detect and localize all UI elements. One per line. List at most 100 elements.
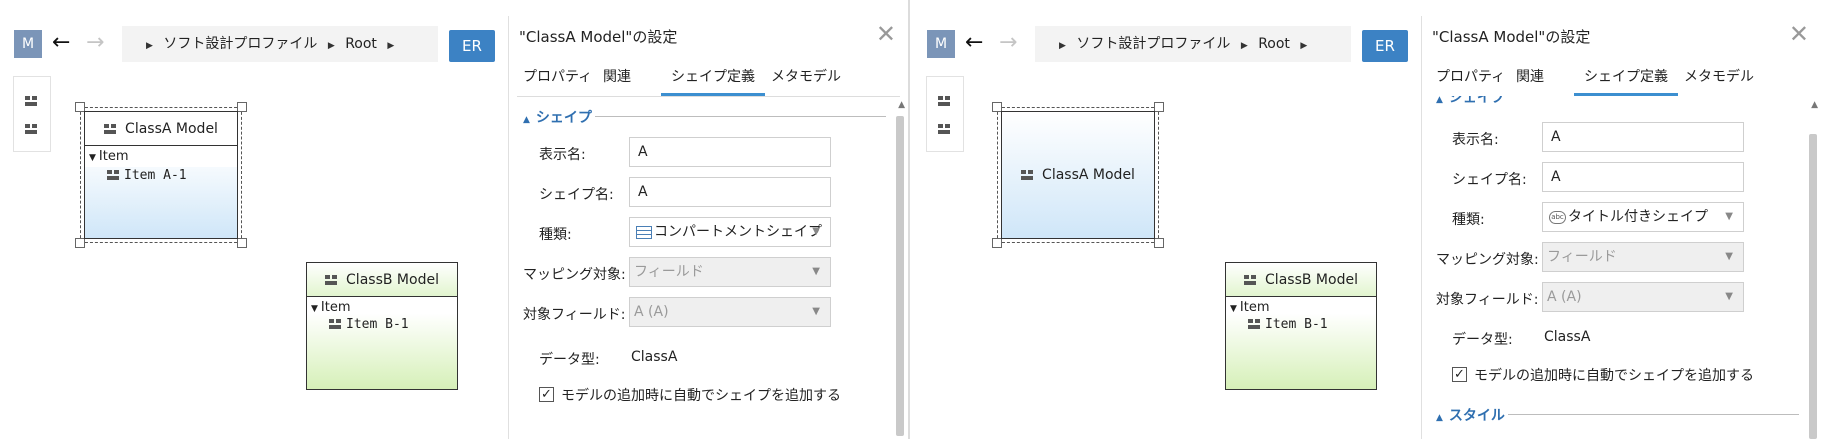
checkbox-icon[interactable]: ✓ — [1452, 367, 1467, 382]
diagram-canvas[interactable]: M ← → ▶ ソフト設計プロファイル ▶ Root ▶ ER ClassA M… — [913, 0, 1421, 439]
left-screenshot: M ← → ▶ ソフト設計プロファイル ▶ Root ▶ ER ClassA M… — [0, 0, 910, 439]
resize-handle[interactable] — [75, 238, 85, 248]
scrollbar[interactable] — [896, 116, 904, 436]
shape-name-field[interactable]: A — [1542, 162, 1744, 192]
compartment-header[interactable]: ▼ Item — [1230, 299, 1372, 316]
class-shape-icon — [1248, 319, 1261, 330]
tab-metamodel[interactable]: メタモデル — [1684, 62, 1754, 96]
right-screenshot: M ← → ▶ ソフト設計プロファイル ▶ Root ▶ ER ClassA M… — [913, 0, 1823, 439]
class-shape-icon[interactable] — [25, 119, 39, 134]
shape-title: ClassB Model — [307, 263, 457, 297]
class-shape-icon[interactable] — [25, 91, 39, 106]
forward-arrow-icon[interactable]: → — [86, 28, 104, 58]
collapse-caret-icon[interactable]: ▼ — [311, 304, 318, 314]
kind-select[interactable]: コンパートメントシェイプ ▼ — [629, 217, 831, 247]
display-name-label: 表示名: — [1452, 132, 1499, 148]
shape-title: ClassA Model — [85, 112, 237, 146]
back-arrow-icon[interactable]: ← — [52, 28, 70, 58]
compartment[interactable]: ▼ Item Item B-1 — [307, 297, 457, 335]
class-shape-icon — [1244, 274, 1257, 286]
back-arrow-icon[interactable]: ← — [965, 28, 983, 58]
classA-shape[interactable]: ClassA Model ▼ Item Item A-1 — [84, 111, 238, 239]
shape-name-field[interactable]: A — [629, 177, 831, 207]
breadcrumb-item-profile[interactable]: ソフト設計プロファイル — [1076, 36, 1230, 52]
menu-button[interactable]: M — [927, 30, 955, 58]
forward-arrow-icon[interactable]: → — [999, 28, 1017, 58]
classB-title: ClassB Model — [346, 272, 439, 288]
tab-shape-definition[interactable]: シェイプ定義 — [1574, 62, 1678, 96]
compartment-item[interactable]: Item A-1 — [89, 167, 233, 184]
dropdown-arrow-icon: ▼ — [1725, 211, 1733, 222]
compartment-item[interactable]: Item B-1 — [311, 316, 453, 333]
compartment[interactable]: ▼ Item Item B-1 — [1226, 297, 1376, 335]
resize-handle[interactable] — [237, 238, 247, 248]
section-shape[interactable]: ▲ シェイプ — [523, 107, 592, 127]
breadcrumb-item-profile[interactable]: ソフト設計プロファイル — [163, 36, 317, 52]
tab-shape-definition[interactable]: シェイプ定義 — [661, 62, 765, 96]
dropdown-arrow-icon: ▼ — [1725, 251, 1733, 262]
tab-relations[interactable]: 関連 — [1516, 62, 1544, 96]
resize-handle[interactable] — [1154, 102, 1164, 112]
tab-properties[interactable]: プロパティ — [523, 62, 592, 96]
class-shape-icon[interactable] — [938, 119, 952, 134]
display-name-field[interactable]: A — [1542, 122, 1744, 152]
shape-name-label: シェイプ名: — [539, 187, 614, 203]
scroll-up-icon[interactable]: ▲ — [1811, 100, 1818, 110]
class-shape-icon[interactable] — [938, 91, 952, 106]
er-button[interactable]: ER — [1362, 30, 1408, 62]
section-style[interactable]: ▲ スタイル — [1436, 405, 1505, 425]
classB-shape[interactable]: ClassB Model ▼ Item Item B-1 — [1225, 262, 1377, 390]
breadcrumb: ▶ ソフト設計プロファイル ▶ Root ▶ — [122, 26, 438, 62]
auto-add-label[interactable]: モデルの追加時に自動でシェイプを追加する — [1474, 365, 1754, 385]
class-shape-icon — [329, 319, 342, 330]
resize-handle[interactable] — [237, 102, 247, 112]
breadcrumb-caret-icon: ▶ — [327, 41, 335, 51]
collapse-caret-icon[interactable]: ▼ — [1230, 304, 1237, 314]
menu-button[interactable]: M — [14, 30, 42, 58]
breadcrumb-item-root[interactable]: Root — [345, 36, 377, 52]
compartment-header[interactable]: ▼ Item — [311, 299, 453, 316]
tab-relations[interactable]: 関連 — [603, 62, 631, 96]
breadcrumb-caret-icon: ▶ — [1059, 41, 1066, 51]
compartment-header[interactable]: ▼ Item — [89, 148, 233, 165]
breadcrumb-caret-icon[interactable]: ▶ — [1300, 41, 1307, 51]
display-name-field[interactable]: A — [629, 137, 831, 167]
classB-shape[interactable]: ClassB Model ▼ Item Item B-1 — [306, 262, 458, 390]
data-type-value: ClassA — [631, 349, 678, 365]
settings-panel: "ClassA Model"の設定 ✕ プロパティ 関連 シェイプ定義 メタモデ… — [1421, 16, 1821, 439]
breadcrumb-caret-icon[interactable]: ▶ — [387, 41, 394, 51]
resize-handle[interactable] — [992, 238, 1002, 248]
collapse-caret-icon[interactable]: ▲ — [523, 115, 530, 125]
kind-select[interactable]: abc タイトル付きシェイプ ▼ — [1542, 202, 1744, 232]
section-shape[interactable]: ▲ シェイプ — [1436, 96, 1505, 106]
close-icon[interactable]: ✕ — [1789, 20, 1809, 48]
classA-titled-shape[interactable]: ClassA Model — [1001, 111, 1155, 239]
settings-panel: "ClassA Model"の設定 ✕ プロパティ 関連 シェイプ定義 メタモデ… — [508, 16, 908, 439]
collapse-caret-icon[interactable]: ▲ — [1436, 413, 1443, 423]
breadcrumb-item-root[interactable]: Root — [1258, 36, 1290, 52]
shape-toolbox — [926, 76, 964, 152]
compartment-item[interactable]: Item B-1 — [1230, 316, 1372, 333]
dropdown-arrow-icon: ▼ — [1725, 291, 1733, 302]
section-divider — [595, 116, 886, 117]
scroll-up-icon[interactable]: ▲ — [898, 100, 905, 110]
close-icon[interactable]: ✕ — [876, 20, 896, 48]
er-button[interactable]: ER — [449, 30, 495, 62]
collapse-caret-icon[interactable]: ▼ — [89, 153, 96, 163]
diagram-canvas[interactable]: M ← → ▶ ソフト設計プロファイル ▶ Root ▶ ER ClassA M… — [0, 0, 508, 439]
screenshot-divider — [908, 0, 910, 439]
scrollbar[interactable] — [1809, 134, 1817, 439]
tab-metamodel[interactable]: メタモデル — [771, 62, 841, 96]
panel-title: "ClassA Model"の設定 — [519, 28, 678, 46]
class-shape-icon — [107, 170, 120, 181]
class-shape-icon — [104, 123, 117, 135]
target-field-select: A (A) ▼ — [629, 297, 831, 327]
shape-name-label: シェイプ名: — [1452, 172, 1527, 188]
mapping-select: フィールド ▼ — [629, 257, 831, 287]
target-field-select: A (A) ▼ — [1542, 282, 1744, 312]
resize-handle[interactable] — [1154, 238, 1164, 248]
checkbox-icon[interactable]: ✓ — [539, 387, 554, 402]
compartment[interactable]: ▼ Item — [85, 146, 237, 167]
tab-properties[interactable]: プロパティ — [1436, 62, 1505, 96]
auto-add-label[interactable]: モデルの追加時に自動でシェイプを追加する — [561, 385, 841, 405]
